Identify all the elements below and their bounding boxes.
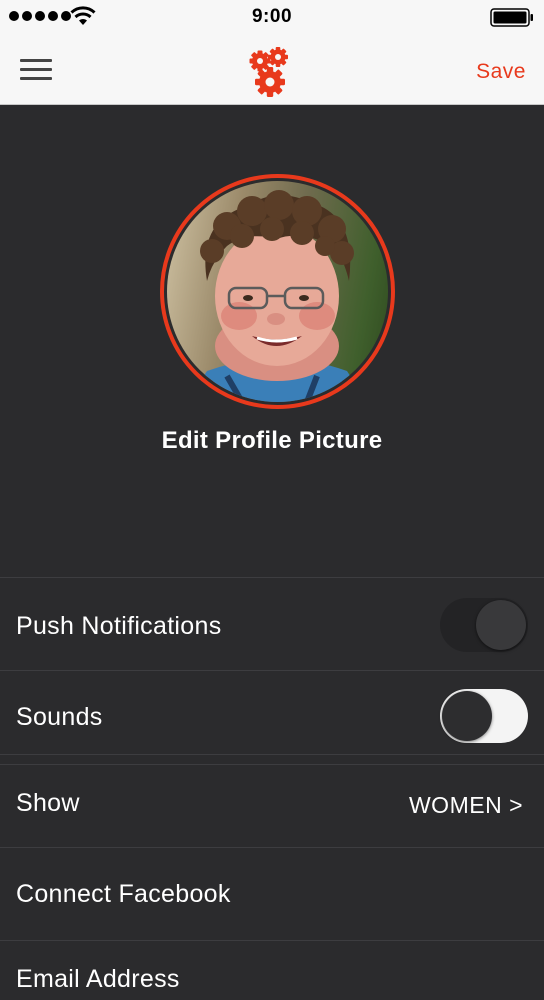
gears-icon [249,47,288,97]
email-address-row[interactable]: Email Address [0,940,544,1000]
status-bar: 9:00 [0,0,544,34]
toggle-knob [442,691,492,741]
show-row[interactable]: Show WOMEN > [0,764,544,847]
save-button[interactable]: Save [476,60,526,84]
push-notifications-label: Push Notifications [16,612,222,640]
profile-photo [167,181,388,402]
toggle-knob [476,600,526,650]
sounds-toggle[interactable] [440,689,528,743]
status-time: 9:00 [251,6,293,27]
connect-facebook-label: Connect Facebook [16,880,231,908]
avatar[interactable] [160,174,395,409]
edit-profile-picture-link[interactable]: Edit Profile Picture [0,427,544,455]
nav-bar: Save [0,34,544,105]
sounds-row: Sounds [0,670,544,754]
email-address-label: Email Address [16,965,180,993]
hamburger-menu-icon[interactable] [18,54,54,84]
push-notifications-toggle[interactable] [440,598,528,652]
profile-section: Edit Profile Picture [0,105,544,577]
sounds-label: Sounds [16,703,103,731]
connect-facebook-row[interactable]: Connect Facebook [0,847,544,940]
battery-icon [490,8,533,27]
settings-list: Push Notifications Sounds Show WOMEN > C… [0,577,544,1000]
section-divider [0,754,544,764]
show-value: WOMEN > [408,792,523,818]
show-label: Show [16,789,80,817]
push-notifications-row: Push Notifications [0,577,544,670]
